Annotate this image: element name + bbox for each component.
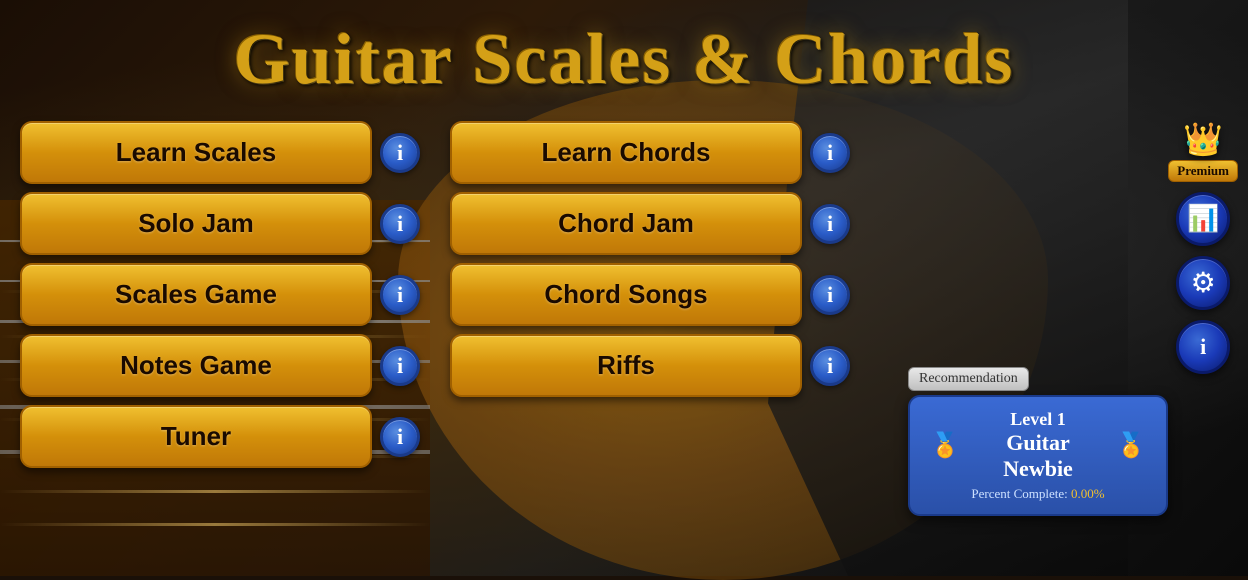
chord-songs-row: Chord Songs i [450,263,850,326]
sidebar-info-icon: i [1200,334,1206,360]
percent-value: 0.00% [1071,486,1105,501]
recommendation-area: Recommendation 🏅 Level 1 Guitar Newbie 🏅… [908,367,1168,516]
recommendation-label: Recommendation [908,367,1029,391]
right-menu-column: Learn Chords i Chord Jam i Chord Songs i… [450,121,850,468]
percent-label: Percent Complete: [971,486,1067,501]
laurel-left-icon: 🏅 [930,431,960,460]
chord-songs-info-button[interactable]: i [810,275,850,315]
tuner-info-button[interactable]: i [380,417,420,457]
learn-chords-info-button[interactable]: i [810,133,850,173]
learn-scales-info-button[interactable]: i [380,133,420,173]
level-card: 🏅 Level 1 Guitar Newbie 🏅 Percent Comple… [908,395,1168,516]
premium-label: Premium [1168,160,1238,182]
solo-jam-info-button[interactable]: i [380,204,420,244]
notes-game-button[interactable]: Notes Game [20,334,372,397]
stats-icon: 📊 [1187,204,1219,234]
stats-button[interactable]: 📊 [1176,192,1230,246]
notes-game-info-button[interactable]: i [380,346,420,386]
riffs-button[interactable]: Riffs [450,334,802,397]
main-content: Guitar Scales & Chords Learn Scales i So… [0,0,1248,576]
settings-button[interactable]: ⚙ [1176,256,1230,310]
riffs-row: Riffs i [450,334,850,397]
tuner-row: Tuner i [20,405,420,468]
chord-jam-row: Chord Jam i [450,192,850,255]
level-number: Level 1 [970,409,1106,430]
solo-jam-row: Solo Jam i [20,192,420,255]
scales-game-row: Scales Game i [20,263,420,326]
laurel-right-icon: 🏅 [1116,431,1146,460]
riffs-info-button[interactable]: i [810,346,850,386]
chord-jam-button[interactable]: Chord Jam [450,192,802,255]
percent-complete: Percent Complete: 0.00% [930,486,1146,502]
chord-jam-info-button[interactable]: i [810,204,850,244]
level-info: Level 1 Guitar Newbie [970,409,1106,482]
crown-icon: 👑 [1183,120,1223,158]
app-title: Guitar Scales & Chords [0,0,1248,111]
solo-jam-button[interactable]: Solo Jam [20,192,372,255]
settings-icon: ⚙ [1191,266,1216,300]
level-title: Guitar Newbie [970,430,1106,482]
premium-button[interactable]: 👑 Premium [1168,120,1238,182]
left-menu-column: Learn Scales i Solo Jam i Scales Game i … [20,121,420,468]
learn-scales-button[interactable]: Learn Scales [20,121,372,184]
sidebar-info-button[interactable]: i [1176,320,1230,374]
learn-chords-button[interactable]: Learn Chords [450,121,802,184]
chord-songs-button[interactable]: Chord Songs [450,263,802,326]
scales-game-button[interactable]: Scales Game [20,263,372,326]
learn-scales-row: Learn Scales i [20,121,420,184]
side-panel: 👑 Premium 📊 ⚙ i [1168,120,1238,374]
tuner-button[interactable]: Tuner [20,405,372,468]
level-row: 🏅 Level 1 Guitar Newbie 🏅 [930,409,1146,482]
notes-game-row: Notes Game i [20,334,420,397]
learn-chords-row: Learn Chords i [450,121,850,184]
scales-game-info-button[interactable]: i [380,275,420,315]
